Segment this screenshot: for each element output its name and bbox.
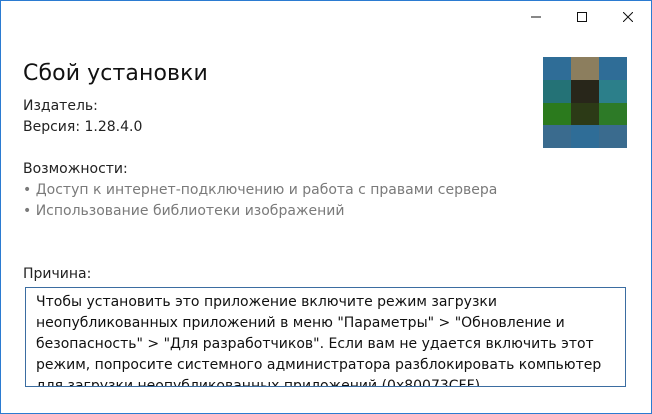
logo-tile: [543, 125, 571, 148]
minimize-icon: [531, 16, 541, 18]
logo-tile: [599, 102, 627, 126]
logo-tile: [543, 102, 571, 126]
capabilities-heading: Возможности:: [23, 161, 128, 177]
reason-textbox[interactable]: Чтобы установить это приложение включите…: [25, 287, 626, 387]
logo-tile: [571, 57, 599, 80]
capability-item: • Доступ к интернет-подключению и работа…: [23, 182, 498, 198]
capability-item: • Использование библиотеки изображений: [23, 203, 345, 219]
publisher-label: Издатель:: [23, 98, 98, 114]
logo-tile: [571, 79, 599, 103]
logo-tile: [543, 79, 571, 103]
window-caption-buttons: [513, 1, 651, 33]
logo-tile: [599, 79, 627, 103]
logo-tile: [543, 57, 571, 80]
logo-tile: [599, 57, 627, 80]
reason-heading: Причина:: [23, 266, 92, 282]
maximize-button[interactable]: [559, 1, 605, 33]
app-logo: [543, 57, 627, 148]
maximize-icon: [577, 12, 587, 22]
logo-tile: [571, 102, 599, 126]
installer-window: Сбой установки Издатель: Версия: 1.28.4.…: [0, 0, 652, 414]
reason-text: Чтобы установить это приложение включите…: [36, 294, 602, 387]
logo-tile: [599, 125, 627, 148]
close-button[interactable]: [605, 1, 651, 33]
logo-tile: [571, 125, 599, 148]
close-icon: [623, 12, 633, 22]
version-label: Версия: 1.28.4.0: [23, 119, 143, 135]
minimize-button[interactable]: [513, 1, 559, 33]
dialog-title: Сбой установки: [23, 61, 208, 86]
